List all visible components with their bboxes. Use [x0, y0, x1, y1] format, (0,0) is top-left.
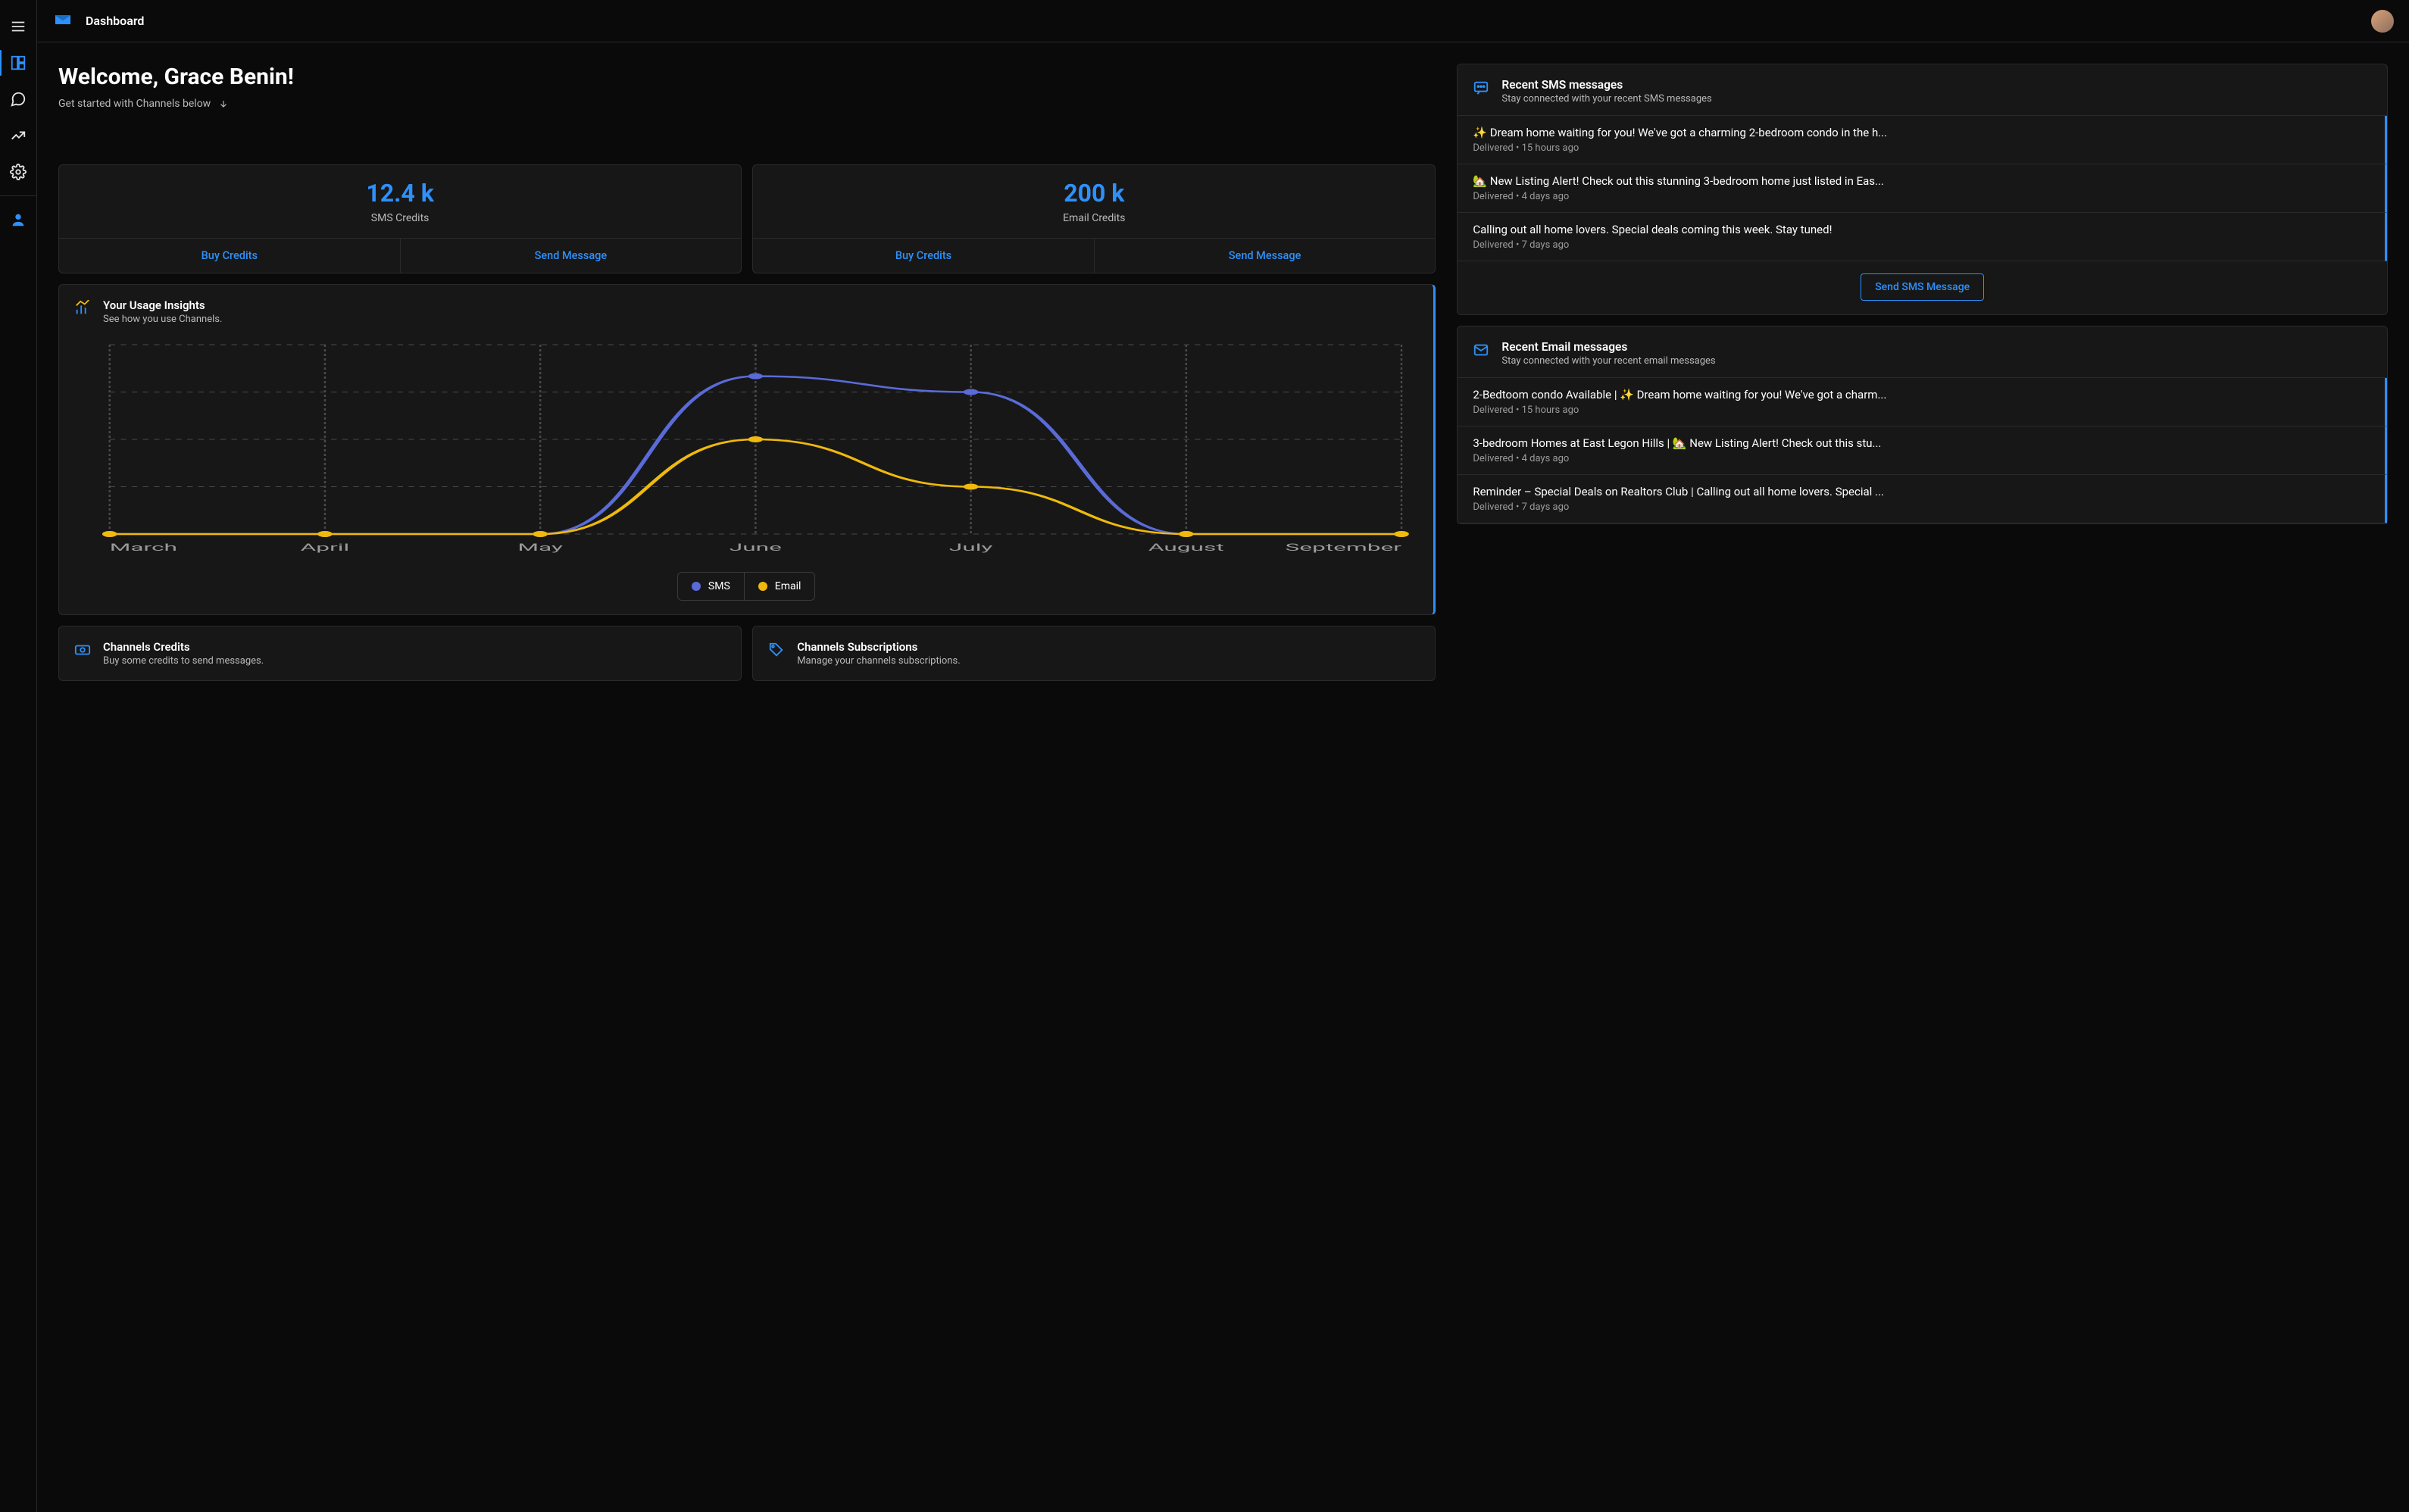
usage-insights-card: Your Usage Insights See how you use Chan… — [58, 284, 1436, 615]
recent-email-subtitle: Stay connected with your recent email me… — [1501, 355, 1715, 367]
sms-message-item[interactable]: 🏡 New Listing Alert! Check out this stun… — [1458, 164, 2387, 213]
message-title: 3-bedroom Homes at East Legon Hills | 🏡 … — [1473, 436, 2370, 450]
divider — [0, 195, 36, 196]
legend-sms-label: SMS — [708, 580, 730, 592]
dot-icon — [758, 582, 767, 591]
sms-message-item[interactable]: ✨ Dream home waiting for you! We've got … — [1458, 116, 2387, 164]
sms-message-item[interactable]: Calling out all home lovers. Special dea… — [1458, 213, 2387, 261]
menu-toggle[interactable] — [2, 11, 34, 42]
sms-credits-card: 12.4 k SMS Credits Buy Credits Send Mess… — [58, 164, 742, 273]
legend-email-label: Email — [775, 580, 801, 592]
credits-icon — [74, 642, 91, 658]
sms-credits-value: 12.4 k — [59, 165, 741, 212]
legend-sms[interactable]: SMS — [678, 573, 745, 600]
message-title: Calling out all home lovers. Special dea… — [1473, 223, 2370, 236]
app-logo — [54, 11, 72, 32]
gear-icon — [10, 164, 27, 180]
message-meta: Delivered • 4 days ago — [1473, 453, 2370, 464]
sidebar-item-settings[interactable] — [2, 156, 34, 188]
page-title: Dashboard — [86, 14, 144, 28]
svg-text:July: July — [949, 542, 993, 553]
recent-email-title: Recent Email messages — [1501, 340, 1715, 354]
avatar[interactable] — [2371, 10, 2394, 33]
message-title: Reminder – Special Deals on Realtors Clu… — [1473, 485, 2370, 498]
svg-text:May: May — [517, 542, 563, 553]
sms-credits-label: SMS Credits — [59, 212, 741, 238]
subs-subtitle: Manage your channels subscriptions. — [797, 655, 960, 667]
sms-bubble-icon — [1473, 80, 1489, 96]
email-send-message-button[interactable]: Send Message — [1095, 239, 1436, 273]
sidebar-item-dashboard[interactable] — [2, 47, 34, 79]
svg-text:June: June — [730, 542, 782, 553]
recent-sms-title: Recent SMS messages — [1501, 78, 1711, 92]
email-message-item[interactable]: Reminder – Special Deals on Realtors Clu… — [1458, 475, 2387, 523]
welcome-block: Welcome, Grace Benin! Get started with C… — [58, 64, 1436, 110]
recent-email-panel: Recent Email messages Stay connected wit… — [1457, 326, 2388, 524]
legend-email[interactable]: Email — [745, 573, 815, 600]
channels-credits-card[interactable]: Channels Credits Buy some credits to sen… — [58, 626, 742, 681]
insights-title: Your Usage Insights — [103, 298, 222, 312]
sidebar-item-analytics[interactable] — [2, 120, 34, 152]
welcome-heading: Welcome, Grace Benin! — [58, 64, 1436, 90]
welcome-subtitle: Get started with Channels below — [58, 98, 211, 110]
message-title: ✨ Dream home waiting for you! We've got … — [1473, 126, 2370, 139]
sidebar-item-profile[interactable] — [2, 204, 34, 236]
message-meta: Delivered • 7 days ago — [1473, 239, 2370, 251]
user-icon — [10, 211, 27, 228]
usage-chart: March April May June July August September — [73, 337, 1420, 557]
channels-subscriptions-card[interactable]: Channels Subscriptions Manage your chann… — [752, 626, 1436, 681]
tag-icon — [768, 642, 785, 658]
topbar: Dashboard — [37, 0, 2409, 42]
analytics-icon — [10, 127, 27, 144]
credits-title: Channels Credits — [103, 640, 264, 654]
recent-sms-subtitle: Stay connected with your recent SMS mess… — [1501, 93, 1711, 105]
svg-text:April: April — [301, 542, 350, 553]
sidebar-item-messages[interactable] — [2, 83, 34, 115]
insights-subtitle: See how you use Channels. — [103, 314, 222, 325]
send-sms-button[interactable]: Send SMS Message — [1861, 273, 1984, 301]
recent-sms-panel: Recent SMS messages Stay connected with … — [1457, 64, 2388, 315]
email-icon — [1473, 342, 1489, 358]
credits-subtitle: Buy some credits to send messages. — [103, 655, 264, 667]
email-message-item[interactable]: 2-Bedtoom condo Available | ✨ Dream home… — [1458, 378, 2387, 426]
hamburger-icon — [10, 18, 27, 35]
email-credits-card: 200 k Email Credits Buy Credits Send Mes… — [752, 164, 1436, 273]
sms-buy-credits-button[interactable]: Buy Credits — [59, 239, 401, 273]
email-credits-label: Email Credits — [753, 212, 1435, 238]
svg-text:August: August — [1148, 542, 1224, 553]
email-buy-credits-button[interactable]: Buy Credits — [753, 239, 1095, 273]
message-title: 2-Bedtoom condo Available | ✨ Dream home… — [1473, 388, 2370, 401]
email-credits-value: 200 k — [753, 165, 1435, 212]
sms-send-message-button[interactable]: Send Message — [401, 239, 742, 273]
message-meta: Delivered • 15 hours ago — [1473, 142, 2370, 154]
dot-icon — [692, 582, 701, 591]
sidebar — [0, 0, 37, 1512]
message-meta: Delivered • 4 days ago — [1473, 191, 2370, 202]
message-title: 🏡 New Listing Alert! Check out this stun… — [1473, 174, 2370, 188]
message-meta: Delivered • 15 hours ago — [1473, 405, 2370, 416]
mail-logo-icon — [54, 11, 72, 29]
subs-title: Channels Subscriptions — [797, 640, 960, 654]
email-message-item[interactable]: 3-bedroom Homes at East Legon Hills | 🏡 … — [1458, 426, 2387, 475]
chat-icon — [10, 91, 27, 108]
dashboard-icon — [10, 55, 27, 71]
insights-icon — [74, 300, 91, 317]
arrow-down-icon — [218, 98, 229, 109]
svg-text:March: March — [110, 542, 177, 553]
svg-text:September: September — [1286, 542, 1401, 553]
message-meta: Delivered • 7 days ago — [1473, 501, 2370, 513]
